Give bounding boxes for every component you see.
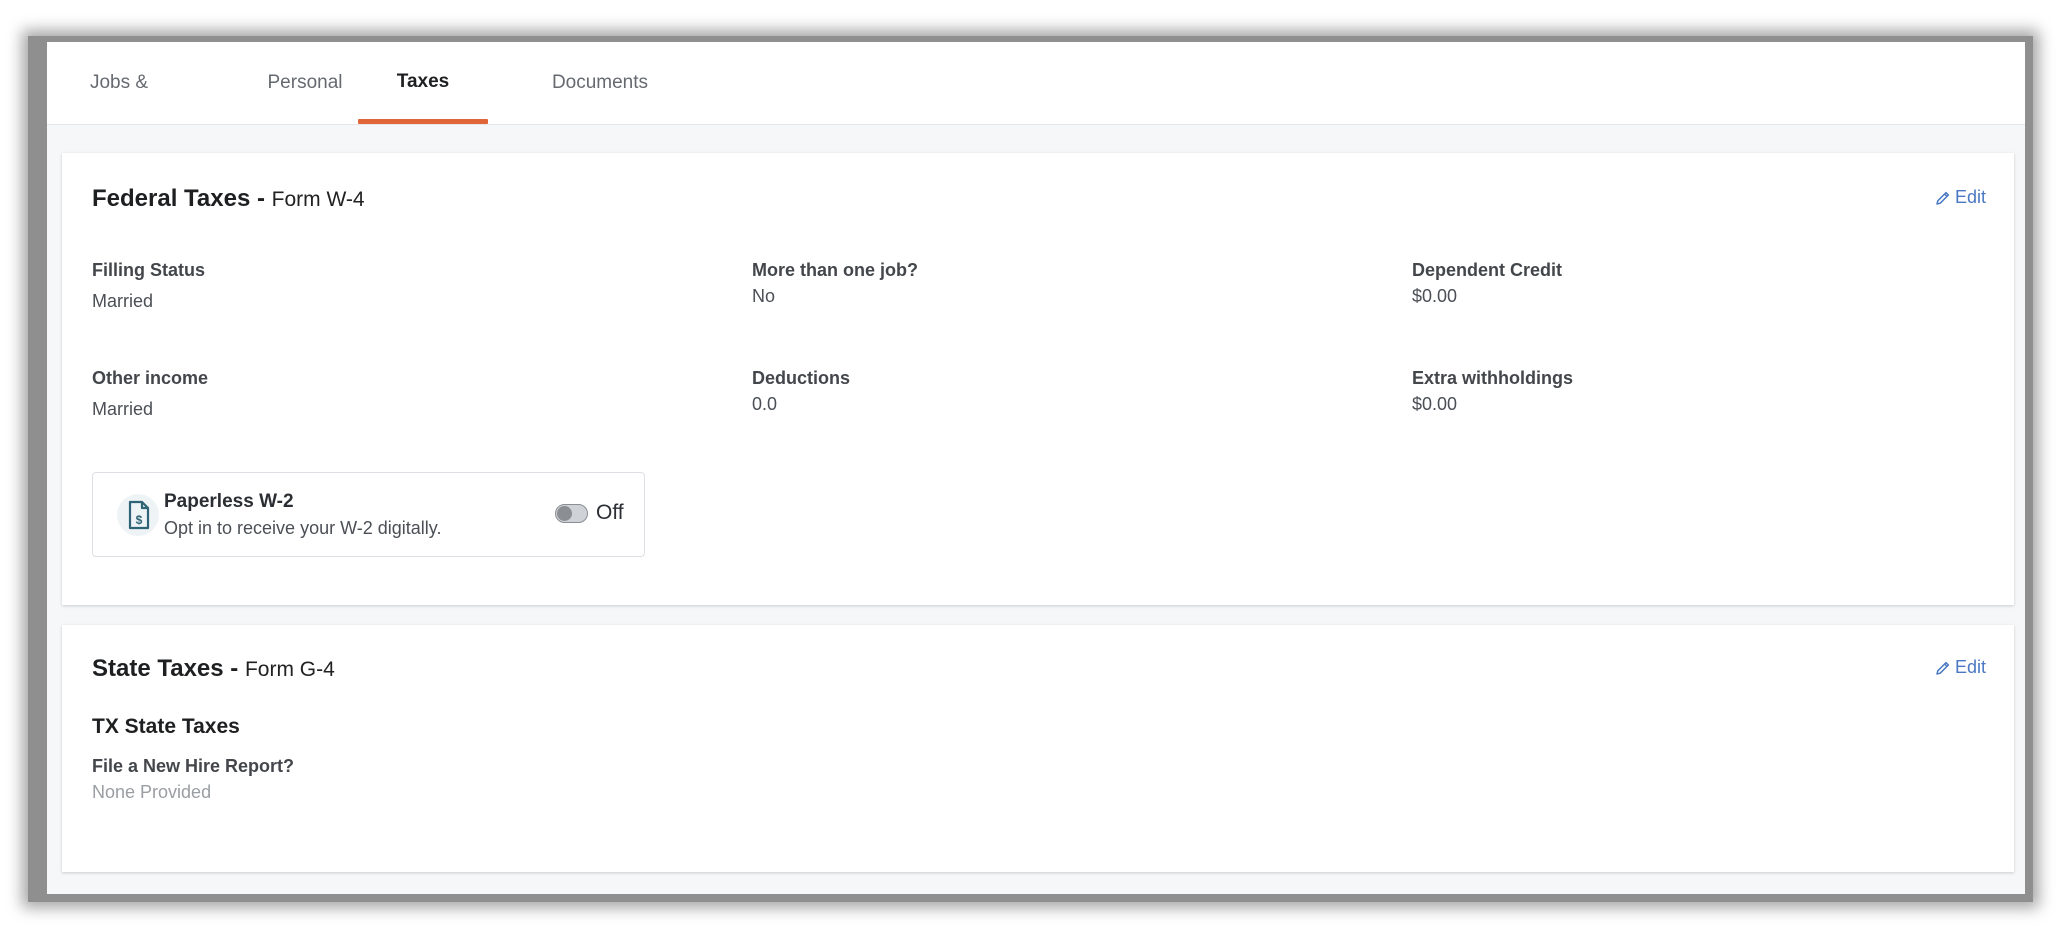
state-taxes-title: State Taxes - [92,655,239,682]
extra-withholdings-value: $0.00 [1412,394,1458,414]
state-edit-label: Edit [1954,657,1986,677]
filing-status-label: Filling Status [92,260,206,280]
state-taxes-heading: State Taxes - Form G-4 [92,655,335,683]
deductions-value: 0.0 [752,394,778,414]
paperless-w2-title: Paperless W-2 [164,491,294,512]
paperless-w2-box: $ Paperless W-2 Opt in to receive your W… [92,472,645,557]
federal-edit-label: Edit [1954,187,1986,207]
other-income-value: Married [92,399,154,419]
tx-state-taxes-title: TX State Taxes [92,715,240,738]
dependent-credit-label: Dependent Credit [1412,260,1563,280]
more-than-one-job-value: No [752,286,776,306]
new-hire-report-label: File a New Hire Report? [92,756,295,776]
federal-form-name: Form W-4 [271,188,365,211]
toggle-knob [557,506,572,521]
svg-text:$: $ [136,513,143,527]
deductions-label: Deductions [752,368,851,388]
pencil-icon [1936,191,1950,205]
filing-status-value: Married [92,291,154,311]
new-hire-report-value: None Provided [92,782,212,802]
tab-jobs-and-pay[interactable]: Jobs & Pay [71,42,167,175]
pencil-icon [1936,661,1950,675]
paperless-w2-toggle[interactable] [555,504,588,523]
other-income-label: Other income [92,368,209,388]
active-tab-indicator [358,119,488,124]
document-dollar-icon: $ [117,494,159,536]
paperless-w2-description: Opt in to receive your W-2 digitally. [164,518,442,538]
state-edit-link[interactable]: Edit [1935,657,1986,678]
dependent-credit-value: $0.00 [1412,286,1458,306]
tab-personal[interactable]: Personal [243,42,367,124]
federal-taxes-heading: Federal Taxes - Form W-4 [92,185,365,213]
state-taxes-card: State Taxes - Form G-4 Edit TX State Tax… [62,625,2014,872]
state-form-name: Form G-4 [244,658,335,681]
federal-taxes-card: Federal Taxes - Form W-4 Edit Filling St… [62,153,2014,605]
tab-bar: Jobs & Pay Personal Taxes Documents [47,42,2025,175]
paperless-w2-toggle-state: Off [596,501,624,524]
tab-taxes-label: Taxes [396,71,450,92]
federal-taxes-title: Federal Taxes - [92,185,265,212]
federal-edit-link[interactable]: Edit [1935,187,1986,208]
tab-taxes[interactable]: Taxes [358,42,488,124]
employee-profile-app: Jobs & Pay Personal Taxes Documents Fede… [47,42,2025,894]
extra-withholdings-label: Extra withholdings [1412,368,1574,388]
tab-documents[interactable]: Documents [525,42,675,124]
more-than-one-job-label: More than one job? [752,260,918,280]
